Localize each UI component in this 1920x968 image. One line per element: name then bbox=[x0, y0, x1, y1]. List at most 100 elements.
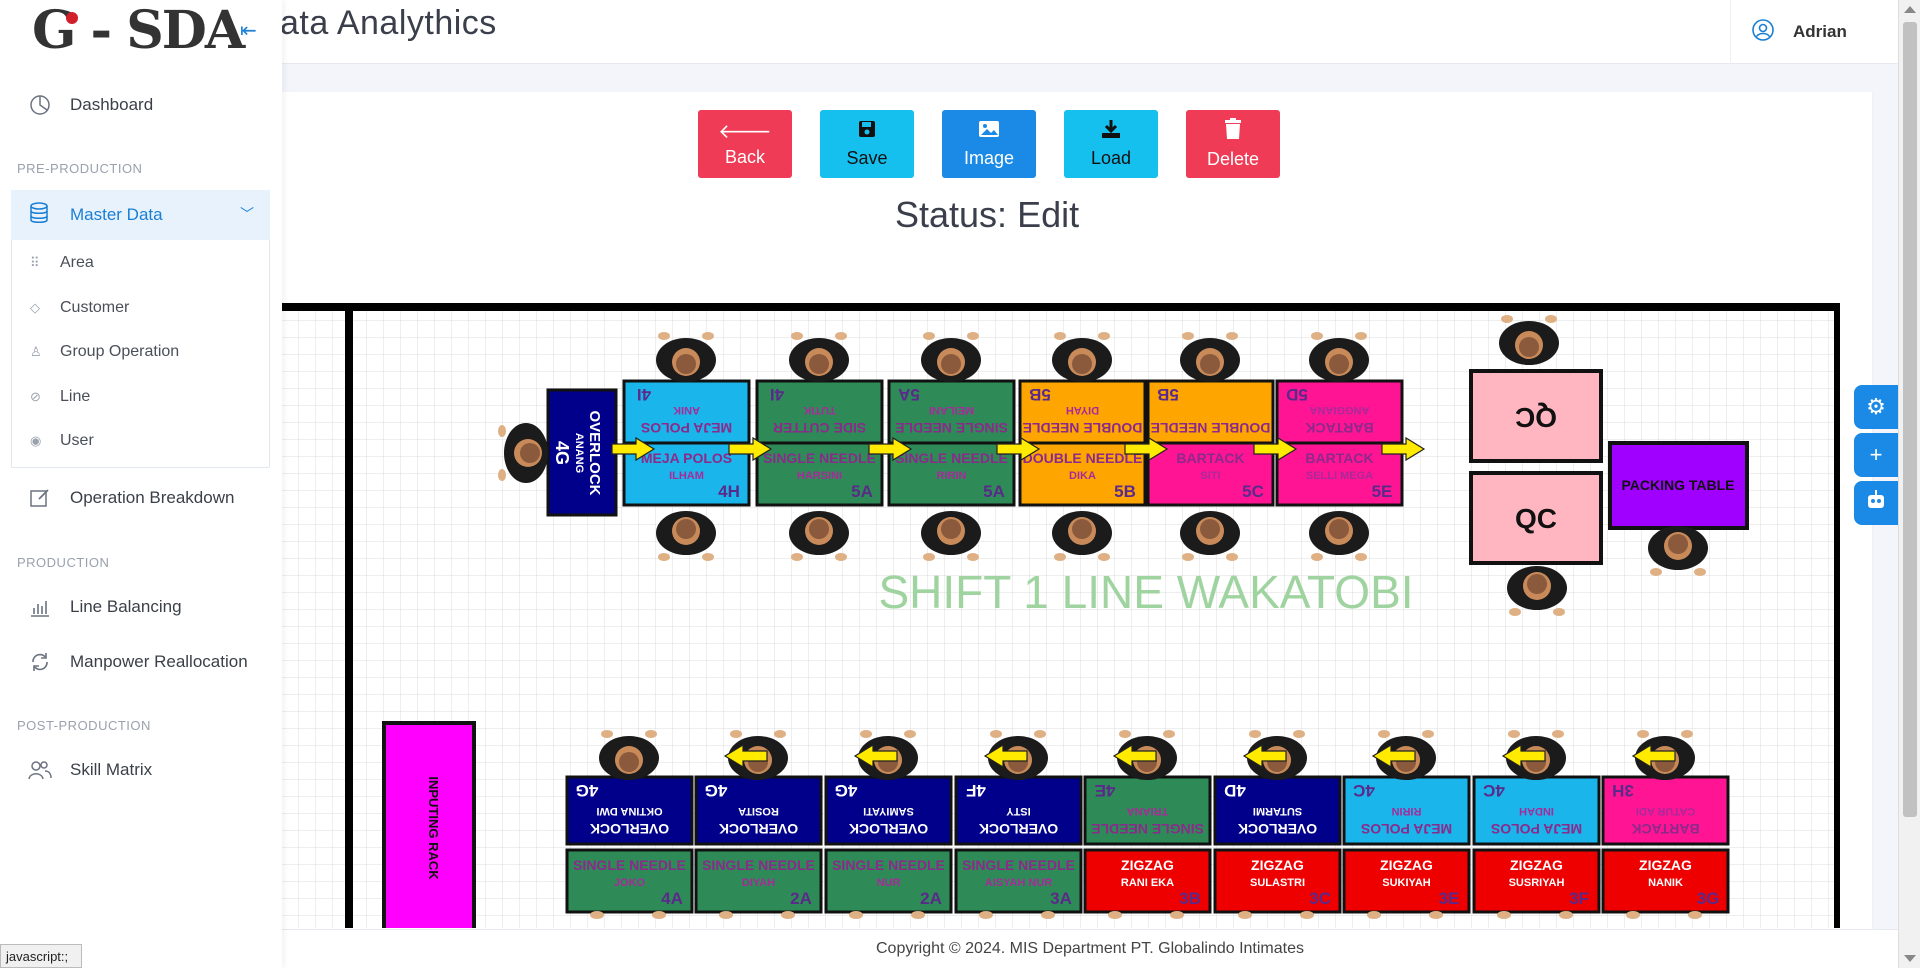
operator-hand bbox=[1501, 315, 1513, 323]
station-code-label: 5A bbox=[983, 482, 1005, 501]
tag-icon: ◇ bbox=[30, 300, 40, 315]
nav-dashboard-label: Dashboard bbox=[70, 95, 154, 114]
station-machine-label: MEJA POLOS bbox=[641, 420, 732, 436]
operator-hair bbox=[676, 354, 696, 374]
station-operator-label: ANIK bbox=[673, 404, 700, 416]
station-code-label: 5B bbox=[1157, 385, 1179, 404]
image-icon bbox=[978, 119, 1000, 144]
station-bottom-lower: ZIGZAG RANI EKA 3B bbox=[1083, 848, 1212, 914]
settings-fab[interactable]: ⚙ bbox=[1854, 385, 1898, 429]
operator-hair bbox=[1668, 534, 1688, 554]
station-code-label: 4G bbox=[835, 781, 858, 800]
operator-hand bbox=[1163, 730, 1175, 738]
operator-hand bbox=[835, 553, 847, 561]
operator-hand bbox=[1637, 730, 1649, 738]
nav-dashboard[interactable]: Dashboard bbox=[28, 93, 153, 117]
user-menu[interactable]: Adrian bbox=[1730, 0, 1898, 64]
station-machine-label: SINGLE NEEDLE bbox=[962, 857, 1075, 873]
station-code-label: 3G bbox=[1697, 889, 1720, 908]
nav-user[interactable]: ◉ User bbox=[30, 432, 94, 450]
station-bottom-upper: OVERLOCK SAMIYATI 4G bbox=[824, 775, 953, 846]
collapse-sidebar-icon[interactable]: ⇤ bbox=[240, 18, 257, 43]
station-operator-label: ROSITA bbox=[738, 805, 779, 817]
station-operator-label: NUR bbox=[877, 877, 901, 889]
station-machine-label: OVERLOCK bbox=[1238, 821, 1317, 837]
station-bottom-lower: ZIGZAG SUKIYAH 3E bbox=[1342, 848, 1471, 914]
station-machine-label: ZIGZAG bbox=[1510, 857, 1563, 873]
nav-group-operation[interactable]: ♙ Group Operation bbox=[30, 343, 179, 361]
arrow-left-icon: 🡐 bbox=[718, 120, 772, 143]
station-machine-label: SINGLE NEEDLE bbox=[895, 450, 1008, 466]
station-operator-label: SUKIYAH bbox=[1382, 877, 1431, 889]
nav-line[interactable]: ⊘ Line bbox=[30, 388, 90, 406]
vertical-scrollbar[interactable] bbox=[1898, 0, 1920, 968]
station-operator-label: MEILANI bbox=[929, 404, 974, 416]
operator-figure bbox=[1180, 511, 1240, 561]
operator-hair bbox=[619, 752, 639, 772]
wall-left bbox=[345, 311, 353, 928]
operator-hair bbox=[520, 443, 540, 463]
station-bottom-upper: OVERLOCK ROSITA 4G bbox=[694, 775, 823, 846]
line-label: SHIFT 1 LINE WAKATOBI bbox=[878, 566, 1413, 618]
operator-hand bbox=[1249, 730, 1261, 738]
operator-hair bbox=[676, 519, 696, 539]
station-operator-label: ILHAM bbox=[669, 470, 704, 482]
robot-fab[interactable] bbox=[1854, 481, 1898, 525]
nav-skill-matrix[interactable]: Skill Matrix bbox=[28, 758, 152, 782]
floor-plan-canvas[interactable]: MEJA POLOS ANIK 4I SIDE CUTTER TUTIK 4I SINGLE… bbox=[281, 303, 1840, 928]
delete-button[interactable]: Delete bbox=[1186, 110, 1280, 178]
nav-customer[interactable]: ◇ Customer bbox=[30, 299, 129, 317]
station-code-label: 4I bbox=[637, 385, 651, 404]
nav-operation-breakdown[interactable]: Operation Breakdown bbox=[28, 486, 234, 510]
nav-area[interactable]: ⠿ Area bbox=[30, 254, 94, 272]
station-machine-label: SIDE CUTTER bbox=[773, 420, 866, 436]
operator-hand bbox=[1626, 911, 1640, 919]
station-machine-label: DOUBLE NEEDLE bbox=[1023, 420, 1143, 436]
station-code-label: 3H bbox=[1612, 781, 1634, 800]
scroll-down-icon[interactable] bbox=[1904, 955, 1916, 962]
operator-hand bbox=[1108, 911, 1122, 919]
nav-line-balancing[interactable]: Line Balancing bbox=[28, 595, 182, 619]
operator-figure bbox=[789, 511, 849, 561]
add-fab[interactable]: + bbox=[1854, 433, 1898, 477]
scrollbar-thumb[interactable] bbox=[1903, 22, 1917, 817]
operator-figure bbox=[599, 730, 659, 780]
user-icon bbox=[1751, 18, 1775, 47]
gear-icon: ⚙ bbox=[1866, 394, 1886, 419]
page-title: ata Analythics bbox=[280, 4, 497, 42]
logo-text: G - SDA bbox=[32, 0, 245, 61]
operator-hand bbox=[904, 730, 916, 738]
nav-skill-matrix-label: Skill Matrix bbox=[70, 760, 153, 779]
download-icon bbox=[1100, 119, 1122, 144]
image-button[interactable]: Image bbox=[942, 110, 1036, 178]
operator-hand bbox=[1293, 730, 1305, 738]
operator-hand bbox=[911, 911, 925, 919]
save-button[interactable]: Save bbox=[820, 110, 914, 178]
operator-hand bbox=[1238, 911, 1252, 919]
trash-icon bbox=[1223, 118, 1243, 145]
load-button[interactable]: Load bbox=[1064, 110, 1158, 178]
operator-figure bbox=[1499, 315, 1559, 365]
operator-figure bbox=[656, 511, 716, 561]
footer: Copyright © 2024. MIS Department PT. Glo… bbox=[282, 929, 1898, 968]
operator-hair bbox=[941, 519, 961, 539]
operator-hand bbox=[730, 730, 742, 738]
user-circle-icon: ◉ bbox=[30, 433, 42, 448]
scroll-up-icon[interactable] bbox=[1904, 6, 1916, 13]
station-machine-label: BARTACK bbox=[1305, 450, 1373, 466]
back-button[interactable]: 🡐 Back bbox=[698, 110, 792, 178]
station-code-label: 5B bbox=[1114, 482, 1136, 501]
station-machine-label: OVERLOCK bbox=[590, 821, 669, 837]
operator-hair bbox=[1329, 519, 1349, 539]
station-bottom-lower: SINGLE NEEDLE NUR 2A bbox=[824, 848, 953, 914]
station-operator-label: DIYAH bbox=[1066, 404, 1099, 416]
station-machine-label: ZIGZAG bbox=[1639, 857, 1692, 873]
station-operator-label: CATUR ADI bbox=[1636, 805, 1695, 817]
nav-master-data[interactable]: Master Data ﹀ bbox=[11, 190, 270, 240]
operator-hand bbox=[1509, 608, 1521, 616]
wall-top bbox=[281, 303, 1840, 311]
station-code-label: 4E bbox=[1095, 781, 1116, 800]
nav-manpower-reallocation[interactable]: Manpower Reallocation bbox=[28, 650, 248, 674]
station-machine-label: SINGLE NEEDLE bbox=[895, 420, 1008, 436]
station-machine-label: ZIGZAG bbox=[1380, 857, 1433, 873]
